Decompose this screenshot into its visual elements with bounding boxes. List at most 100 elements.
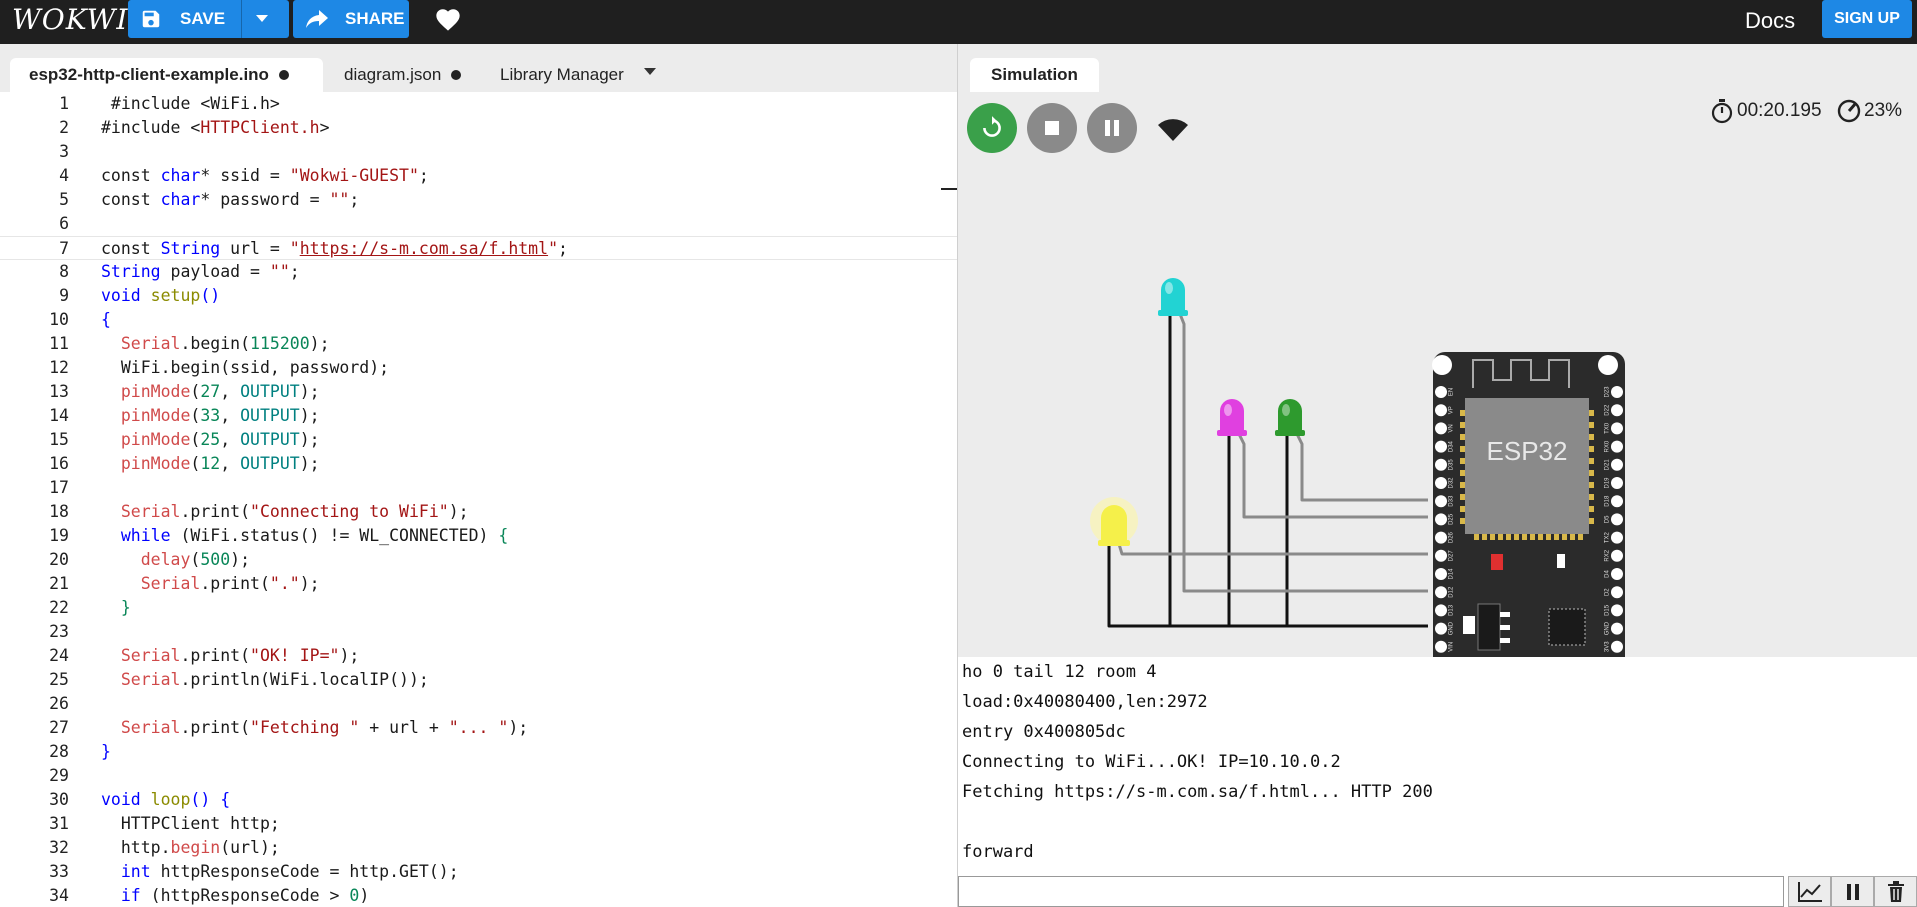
serial-line: load:0x40080400,len:2972 <box>962 692 1208 712</box>
like-button[interactable] <box>434 6 462 37</box>
code-line[interactable]: 21 Serial.print("."); <box>0 572 957 596</box>
code-area[interactable]: 1 #include <WiFi.h> 2 #include <HTTPClien… <box>0 92 957 907</box>
tab-library-manager[interactable]: Library Manager <box>500 58 624 92</box>
code-line[interactable]: 27 Serial.print("Fetching " + url + "...… <box>0 716 957 740</box>
docs-link[interactable]: Docs <box>1745 8 1795 34</box>
code-line[interactable]: 17 <box>0 476 957 500</box>
header-pin[interactable] <box>1435 458 1447 471</box>
header-pin[interactable] <box>1435 477 1447 489</box>
header-pin[interactable] <box>1435 404 1447 417</box>
code-line[interactable]: 14 pinMode(33, OUTPUT); <box>0 404 957 428</box>
serial-line: entry 0x400805dc <box>962 722 1126 742</box>
code-line[interactable]: 4 const char* ssid = "Wokwi-GUEST"; <box>0 164 957 188</box>
code-line[interactable]: 23 <box>0 620 957 644</box>
wokwi-logo[interactable]: WOKWI <box>12 3 129 36</box>
clear-serial-button[interactable] <box>1874 876 1917 907</box>
line-content: HTTPClient http; <box>101 814 280 833</box>
led-yellow[interactable] <box>1090 497 1138 546</box>
url-link[interactable]: https://s-m.com.sa/f.html <box>300 239 548 258</box>
code-line[interactable]: 3 <box>0 140 957 164</box>
code-line-current[interactable]: 7 const String url = "https://s-m.com.sa/… <box>0 236 957 260</box>
tabs-menu-caret-icon[interactable] <box>644 68 656 75</box>
circuit-canvas[interactable]: ESP32 EN VP VN D34 D35 D32 D33 D25 D26 D27 D14 D12 D… <box>958 44 1917 657</box>
header-pin[interactable] <box>1611 386 1623 398</box>
code-line[interactable]: 32 http.begin(url); <box>0 836 957 860</box>
header-pin[interactable] <box>1611 640 1623 653</box>
esp32-board[interactable]: ESP32 EN VP VN D34 D35 D32 D33 D25 D26 D27 D14 D12 D… <box>1432 352 1625 657</box>
regulator-pin <box>1500 612 1510 617</box>
code-line[interactable]: 26 <box>0 692 957 716</box>
header-pin[interactable] <box>1435 622 1447 635</box>
code-line[interactable]: 33 int httpResponseCode = http.GET(); <box>0 860 957 884</box>
code-line[interactable]: 34 if (httpResponseCode > 0) <box>0 884 957 907</box>
module-pad <box>1589 434 1594 440</box>
code-line[interactable]: 13 pinMode(27, OUTPUT); <box>0 380 957 404</box>
tab-sketch-file[interactable]: esp32-http-client-example.ino <box>10 58 323 92</box>
serial-input[interactable] <box>958 876 1784 907</box>
code-line[interactable]: 5 const char* password = ""; <box>0 188 957 212</box>
code-line[interactable]: 2 #include <HTTPClient.h> <box>0 116 957 140</box>
code-line[interactable]: 12 WiFi.begin(ssid, password); <box>0 356 957 380</box>
header-pin[interactable] <box>1435 495 1447 508</box>
header-pin[interactable] <box>1435 586 1447 599</box>
header-pin[interactable] <box>1435 440 1447 453</box>
code-line[interactable]: 16 pinMode(12, OUTPUT); <box>0 452 957 476</box>
line-number: 4 <box>59 166 69 185</box>
code-line[interactable]: 15 pinMode(25, OUTPUT); <box>0 428 957 452</box>
serial-plotter-button[interactable] <box>1788 876 1831 907</box>
header-pin[interactable] <box>1435 568 1447 580</box>
module-pad <box>1589 494 1594 500</box>
led-yellow-body <box>1101 505 1127 544</box>
code-line[interactable]: 25 Serial.println(WiFi.localIP()); <box>0 668 957 692</box>
header-pin[interactable] <box>1611 458 1623 471</box>
led-green[interactable] <box>1275 399 1305 436</box>
code-line[interactable]: 30 void loop() { <box>0 788 957 812</box>
header-pin[interactable] <box>1611 622 1623 635</box>
line-number: 33 <box>49 862 69 881</box>
header-pin[interactable] <box>1611 440 1623 453</box>
header-pin[interactable] <box>1611 422 1623 435</box>
code-line[interactable]: 29 <box>0 764 957 788</box>
save-options-dropdown[interactable] <box>241 0 282 38</box>
header-pin[interactable] <box>1611 513 1623 526</box>
code-line[interactable]: 1 #include <WiFi.h> <box>0 92 957 116</box>
pause-serial-button[interactable] <box>1831 876 1874 907</box>
header-pin[interactable] <box>1435 640 1447 653</box>
header-pin[interactable] <box>1611 604 1623 617</box>
header-pin[interactable] <box>1611 586 1623 599</box>
share-button[interactable]: SHARE <box>293 0 409 38</box>
serial-monitor[interactable]: ho 0 tail 12 room 4 load:0x40080400,len:… <box>958 657 1917 907</box>
tab-diagram-json[interactable]: diagram.json <box>344 58 462 92</box>
code-line[interactable]: 19 while (WiFi.status() != WL_CONNECTED)… <box>0 524 957 548</box>
led-magenta[interactable] <box>1217 399 1247 436</box>
header-pin[interactable] <box>1611 495 1623 508</box>
code-line[interactable]: 24 Serial.print("OK! IP="); <box>0 644 957 668</box>
header-pin[interactable] <box>1435 513 1447 526</box>
header-pin[interactable] <box>1611 404 1623 417</box>
code-line[interactable]: 10 { <box>0 308 957 332</box>
header-pin[interactable] <box>1611 531 1623 544</box>
led-magenta-body <box>1220 399 1244 434</box>
code-line[interactable]: 11 Serial.begin(115200); <box>0 332 957 356</box>
header-pin[interactable] <box>1611 477 1623 489</box>
code-line[interactable]: 9 void setup() <box>0 284 957 308</box>
header-pin[interactable] <box>1435 604 1447 617</box>
header-pin[interactable] <box>1435 386 1447 398</box>
code-line[interactable]: 31 HTTPClient http; <box>0 812 957 836</box>
code-line[interactable]: 6 <box>0 212 957 236</box>
code-line[interactable]: 20 delay(500); <box>0 548 957 572</box>
header-pin[interactable] <box>1611 549 1623 562</box>
sign-up-button[interactable]: SIGN UP <box>1822 0 1912 38</box>
code-line[interactable]: 22 } <box>0 596 957 620</box>
code-line[interactable]: 28} <box>0 740 957 764</box>
header-pin[interactable] <box>1435 531 1447 544</box>
header-pin[interactable] <box>1435 422 1447 435</box>
header-pin[interactable] <box>1435 549 1447 562</box>
code-line[interactable]: 18 Serial.print("Connecting to WiFi"); <box>0 500 957 524</box>
regulator-pin <box>1500 625 1510 630</box>
code-line[interactable]: 8 String payload = ""; <box>0 260 957 284</box>
regulator-pin <box>1500 638 1510 643</box>
led-cyan[interactable] <box>1158 278 1188 316</box>
line-number: 6 <box>59 214 69 233</box>
header-pin[interactable] <box>1611 568 1623 580</box>
